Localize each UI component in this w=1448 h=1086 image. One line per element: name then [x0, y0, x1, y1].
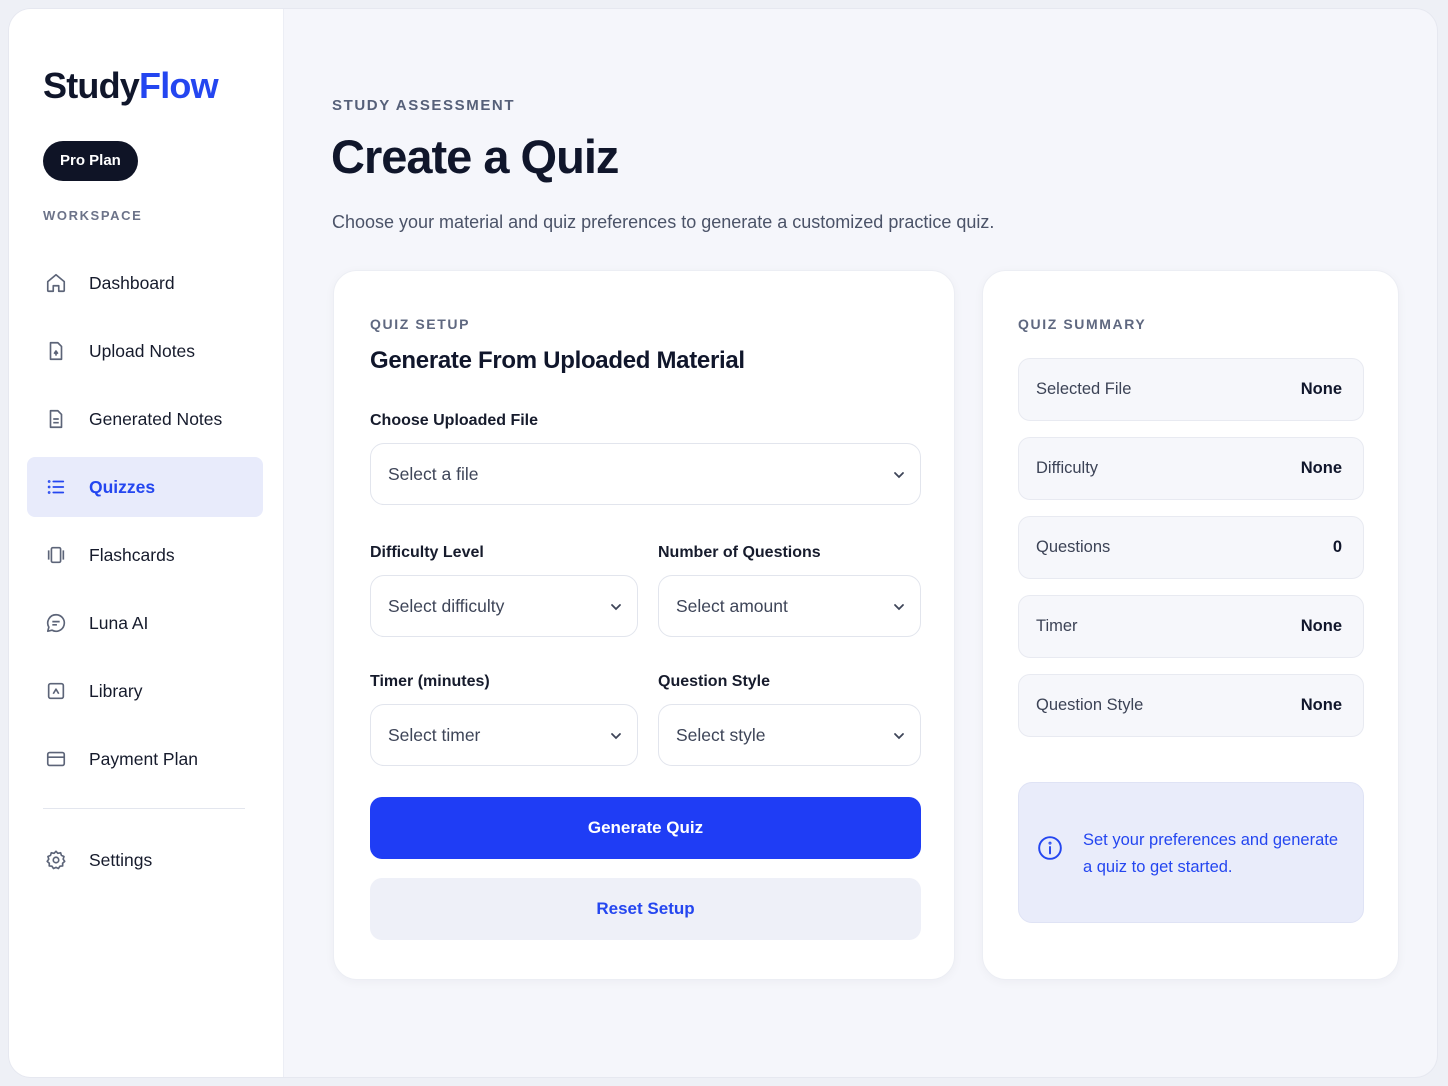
style-field-label: Question Style: [658, 673, 771, 690]
questions-select[interactable]: Select amount: [658, 575, 921, 637]
plan-badge[interactable]: Pro Plan: [43, 141, 138, 181]
upload-file-icon: [45, 340, 67, 362]
quiz-setup-card: QUIZ SETUP Generate From Uploaded Materi…: [333, 270, 955, 980]
sidebar-nav: Dashboard Upload Notes Generated Notes Q…: [27, 253, 263, 797]
chevron-down-icon: [894, 733, 904, 740]
page-title: Create a Quiz: [331, 130, 619, 183]
app-window: StudyFlow Pro Plan WORKSPACE Dashboard U…: [9, 9, 1437, 1077]
summary-key: Question Style: [1036, 696, 1144, 714]
quiz-setup-title: Generate From Uploaded Material: [370, 347, 745, 374]
sidebar-item-label: Flashcards: [89, 544, 175, 565]
difficulty-select-value: Select difficulty: [388, 595, 505, 616]
sidebar-divider: [43, 808, 245, 809]
sidebar-item-settings[interactable]: Settings: [27, 830, 263, 890]
cards-icon: [45, 544, 67, 566]
sidebar-item-luna-ai[interactable]: Luna AI: [27, 593, 263, 653]
summary-row-timer: Timer None: [1018, 595, 1364, 658]
summary-key: Timer: [1036, 617, 1078, 635]
style-select-value: Select style: [676, 724, 766, 745]
file-select-value: Select a file: [388, 463, 479, 484]
logo-text-flow: Flow: [139, 65, 219, 106]
summary-row-questions: Questions 0: [1018, 516, 1364, 579]
questions-field-label: Number of Questions: [658, 544, 821, 561]
sidebar-item-label: Dashboard: [89, 272, 175, 293]
logo-text-study: Study: [43, 65, 140, 106]
sidebar-item-label: Quizzes: [89, 476, 156, 497]
difficulty-select[interactable]: Select difficulty: [370, 575, 638, 637]
file-field-label: Choose Uploaded File: [370, 412, 539, 429]
document-icon: [45, 408, 67, 430]
summary-value: None: [1300, 696, 1342, 714]
summary-row-question-style: Question Style None: [1018, 674, 1364, 737]
summary-value: None: [1300, 459, 1342, 477]
summary-key: Questions: [1036, 538, 1111, 556]
sidebar-item-upload-notes[interactable]: Upload Notes: [27, 321, 263, 381]
chevron-down-icon: [894, 472, 904, 479]
sidebar-item-dashboard[interactable]: Dashboard: [27, 253, 263, 313]
sidebar-settings: Settings: [27, 830, 263, 898]
sidebar-item-generated-notes[interactable]: Generated Notes: [27, 389, 263, 449]
chat-icon: [45, 612, 67, 634]
sidebar-item-label: Settings: [89, 849, 153, 870]
quiz-setup-eyebrow: QUIZ SETUP: [370, 316, 471, 332]
page-subtitle: Choose your material and quiz preference…: [332, 212, 995, 232]
list-icon: [45, 476, 67, 498]
timer-select-value: Select timer: [388, 724, 481, 745]
info-callout-text: Set your preferences and generate a quiz…: [1083, 831, 1339, 876]
library-icon: [45, 680, 67, 702]
difficulty-field-label: Difficulty Level: [370, 544, 484, 561]
chevron-down-icon: [894, 604, 904, 611]
info-icon: [1038, 836, 1062, 860]
quiz-summary-card: QUIZ SUMMARY Selected File None Difficul…: [982, 270, 1399, 980]
sidebar-item-label: Payment Plan: [89, 748, 198, 769]
sidebar-item-label: Upload Notes: [89, 340, 196, 361]
questions-select-value: Select amount: [676, 595, 788, 616]
generate-quiz-button[interactable]: Generate Quiz: [370, 797, 921, 859]
gear-icon: [45, 849, 67, 871]
reset-setup-button[interactable]: Reset Setup: [370, 878, 921, 940]
summary-row-difficulty: Difficulty None: [1018, 437, 1364, 500]
app-logo[interactable]: StudyFlow: [43, 65, 219, 107]
chevron-down-icon: [611, 733, 621, 740]
sidebar-item-flashcards[interactable]: Flashcards: [27, 525, 263, 585]
summary-value: 0: [1332, 538, 1342, 556]
sidebar-item-label: Luna AI: [89, 612, 149, 633]
sidebar-item-label: Generated Notes: [89, 408, 223, 429]
sidebar: StudyFlow Pro Plan WORKSPACE Dashboard U…: [9, 9, 284, 1077]
workspace-section-label: WORKSPACE: [43, 208, 143, 223]
summary-key: Selected File: [1036, 380, 1132, 398]
summary-row-selected-file: Selected File None: [1018, 358, 1364, 421]
summary-value: None: [1300, 617, 1342, 635]
info-callout: Set your preferences and generate a quiz…: [1018, 782, 1364, 923]
sidebar-item-payment-plan[interactable]: Payment Plan: [27, 729, 263, 789]
file-select[interactable]: Select a file: [370, 443, 921, 505]
summary-value: None: [1300, 380, 1342, 398]
sidebar-item-quizzes[interactable]: Quizzes: [27, 457, 263, 517]
timer-select[interactable]: Select timer: [370, 704, 638, 766]
quiz-summary-eyebrow: QUIZ SUMMARY: [1018, 316, 1147, 332]
home-icon: [45, 272, 67, 294]
sidebar-item-label: Library: [89, 680, 143, 701]
style-select[interactable]: Select style: [658, 704, 921, 766]
sidebar-item-library[interactable]: Library: [27, 661, 263, 721]
chevron-down-icon: [611, 604, 621, 611]
credit-card-icon: [45, 748, 67, 770]
timer-field-label: Timer (minutes): [370, 673, 490, 690]
summary-key: Difficulty: [1036, 459, 1099, 477]
page-eyebrow: STUDY ASSESSMENT: [332, 97, 516, 114]
